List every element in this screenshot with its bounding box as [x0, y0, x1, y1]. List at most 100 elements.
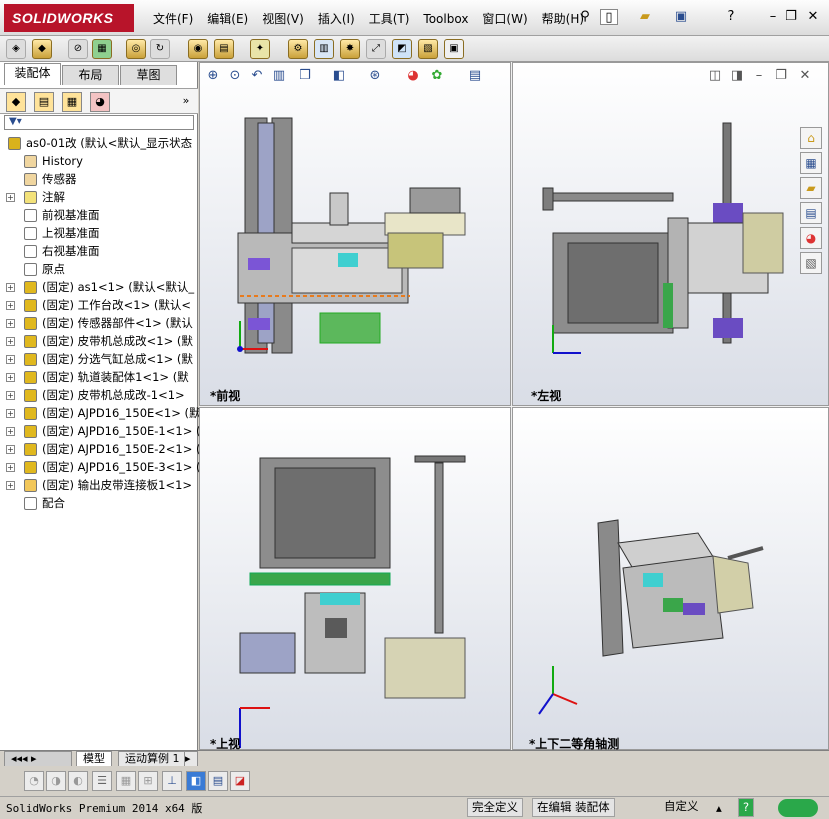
- tree-item[interactable]: History: [0, 152, 198, 170]
- viewport-close-icon[interactable]: ✕: [796, 67, 814, 85]
- assembly-features-icon[interactable]: ▤: [214, 39, 234, 59]
- section-view-icon[interactable]: ▥: [270, 67, 288, 85]
- solidworks-resources-icon[interactable]: ⌂: [800, 127, 822, 149]
- property-manager-icon[interactable]: ▤: [34, 92, 54, 112]
- menu-window[interactable]: 窗口(W): [477, 10, 532, 28]
- expand-toggle-icon[interactable]: +: [6, 301, 15, 310]
- tab-motion-study-1[interactable]: 运动算例 1: [118, 751, 187, 767]
- close-icon[interactable]: ✕: [804, 9, 822, 25]
- tree-item[interactable]: + (固定) AJPD16_150E-3<1> (: [0, 458, 200, 476]
- viewport-link-icon[interactable]: ◨: [728, 67, 746, 85]
- tree-item[interactable]: + (固定) as1<1> (默认<默认_: [0, 278, 198, 296]
- tab-sketch[interactable]: 草图: [120, 65, 177, 85]
- viewport-isometric[interactable]: *上下二等角轴测: [512, 407, 829, 751]
- viewport-minimize-icon[interactable]: –: [750, 67, 768, 85]
- menu-edit[interactable]: 编辑(E): [202, 10, 253, 28]
- appearances-scenes-icon[interactable]: ◕: [800, 227, 822, 249]
- toolbar-disabled-icon-1[interactable]: ◔: [24, 771, 44, 791]
- clearance-verification-icon[interactable]: ▧: [418, 39, 438, 59]
- rebuild-icon[interactable]: [778, 799, 818, 817]
- exploded-view-icon[interactable]: ✸: [340, 39, 360, 59]
- expand-toggle-icon[interactable]: +: [6, 319, 15, 328]
- tree-item[interactable]: + (固定) 输出皮带连接板1<1>: [0, 476, 198, 494]
- status-help-button[interactable]: ?: [738, 798, 754, 817]
- view-orientation-icon[interactable]: ❒: [296, 67, 314, 85]
- toolbar-disabled-icon-2[interactable]: ◑: [46, 771, 66, 791]
- view-palette-icon[interactable]: ▤: [800, 202, 822, 224]
- expand-panel-icon[interactable]: »: [176, 92, 196, 112]
- menu-view[interactable]: 视图(V): [257, 10, 309, 28]
- viewport-left[interactable]: *左视: [512, 62, 829, 406]
- tree-filter[interactable]: ▼▾: [4, 115, 194, 130]
- tree-item[interactable]: + (固定) 皮带机总成改-1<1>: [0, 386, 198, 404]
- insert-component-icon[interactable]: ◈: [6, 39, 26, 59]
- design-library-icon[interactable]: ▦: [800, 152, 822, 174]
- menu-toolbox[interactable]: Toolbox: [418, 10, 473, 28]
- tab-model[interactable]: 模型: [76, 751, 112, 767]
- bill-of-materials-icon[interactable]: ▥: [314, 39, 334, 59]
- minimize-icon[interactable]: –: [764, 9, 782, 25]
- feature-tree-icon[interactable]: ◆: [6, 92, 26, 112]
- explode-line-sketch-icon[interactable]: ⤢: [366, 39, 386, 59]
- tree-item[interactable]: + (固定) 轨道装配体1<1> (默: [0, 368, 198, 386]
- tab-scroll-arrows[interactable]: ◂◂◂ ▸: [4, 751, 72, 767]
- tree-item[interactable]: + 注解: [0, 188, 198, 206]
- list-icon[interactable]: ☰: [92, 771, 112, 791]
- smart-fasteners-icon[interactable]: ◎: [126, 39, 146, 59]
- viewport-single-icon[interactable]: ◫: [706, 67, 724, 85]
- new-document-icon[interactable]: ▯: [600, 9, 618, 25]
- view-cube-icon[interactable]: ◧: [186, 771, 206, 791]
- axis-icon[interactable]: ⊥: [162, 771, 182, 791]
- tree-item[interactable]: 上视基准面: [0, 224, 198, 242]
- move-component-icon[interactable]: ↻: [150, 39, 170, 59]
- edit-appearance-icon[interactable]: ◕: [404, 67, 422, 85]
- new-motion-study-icon[interactable]: ⚙: [288, 39, 308, 59]
- tree-item[interactable]: 传感器: [0, 170, 198, 188]
- tree-item[interactable]: + (固定) AJPD16_150E-1<1> (: [0, 422, 200, 440]
- display-manager-icon[interactable]: ◕: [90, 92, 110, 112]
- zoom-to-fit-icon[interactable]: ⊕: [204, 67, 222, 85]
- expand-toggle-icon[interactable]: +: [6, 445, 15, 454]
- reference-geometry-icon[interactable]: ✦: [250, 39, 270, 59]
- hide-show-items-icon[interactable]: ⊛: [366, 67, 384, 85]
- expand-toggle-icon[interactable]: +: [6, 409, 15, 418]
- help-icon[interactable]: ?: [722, 9, 740, 25]
- solidworks-logo[interactable]: SOLIDWORKS: [4, 4, 134, 32]
- tree-item[interactable]: + (固定) AJPD16_150E-2<1> (: [0, 440, 200, 458]
- tree-item[interactable]: + (固定) AJPD16_150E<1> (默: [0, 404, 201, 422]
- tree-item[interactable]: + (固定) 工作台改<1> (默认<: [0, 296, 198, 314]
- pin-icon[interactable]: ⚲: [576, 9, 594, 25]
- assembly-icon[interactable]: ◆: [32, 39, 52, 59]
- units-dropdown-icon[interactable]: ▴: [716, 798, 722, 819]
- apply-scene-icon[interactable]: ✿: [428, 67, 446, 85]
- component-pattern-icon[interactable]: ▦: [92, 39, 112, 59]
- tree-item[interactable]: + (固定) 传感器部件<1> (默认: [0, 314, 198, 332]
- menu-tools[interactable]: 工具(T): [364, 10, 415, 28]
- zoom-to-area-icon[interactable]: ⊙: [226, 67, 244, 85]
- file-explorer-icon[interactable]: ▰: [800, 177, 822, 199]
- scroll-right-icon[interactable]: ▸: [184, 751, 198, 767]
- properties-icon[interactable]: ⊞: [138, 771, 158, 791]
- expand-toggle-icon[interactable]: +: [6, 337, 15, 346]
- grid-icon[interactable]: ▦: [116, 771, 136, 791]
- tree-item[interactable]: + (固定) 皮带机总成改<1> (默: [0, 332, 198, 350]
- expand-toggle-icon[interactable]: +: [6, 193, 15, 202]
- show-hidden-icon[interactable]: ◉: [188, 39, 208, 59]
- tab-assembly[interactable]: 装配体: [4, 63, 61, 85]
- save-icon[interactable]: ▣: [672, 9, 690, 25]
- expand-toggle-icon[interactable]: +: [6, 427, 15, 436]
- viewport-top[interactable]: *上视: [199, 407, 511, 751]
- expand-toggle-icon[interactable]: +: [6, 391, 15, 400]
- mate-icon[interactable]: ⊘: [68, 39, 88, 59]
- interference-detection-icon[interactable]: ◩: [392, 39, 412, 59]
- expand-toggle-icon[interactable]: +: [6, 283, 15, 292]
- expand-toggle-icon[interactable]: +: [6, 355, 15, 364]
- custom-properties-icon[interactable]: ▧: [800, 252, 822, 274]
- menu-insert[interactable]: 插入(I): [313, 10, 360, 28]
- hole-alignment-icon[interactable]: ▣: [444, 39, 464, 59]
- tree-item[interactable]: + (固定) 分选气缸总成<1> (默: [0, 350, 198, 368]
- toolbar-disabled-icon-3[interactable]: ◐: [68, 771, 88, 791]
- expand-toggle-icon[interactable]: +: [6, 481, 15, 490]
- graphics-area[interactable]: *前视 *左视 *上视 *上下二等角轴测: [199, 62, 829, 751]
- expand-toggle-icon[interactable]: +: [6, 373, 15, 382]
